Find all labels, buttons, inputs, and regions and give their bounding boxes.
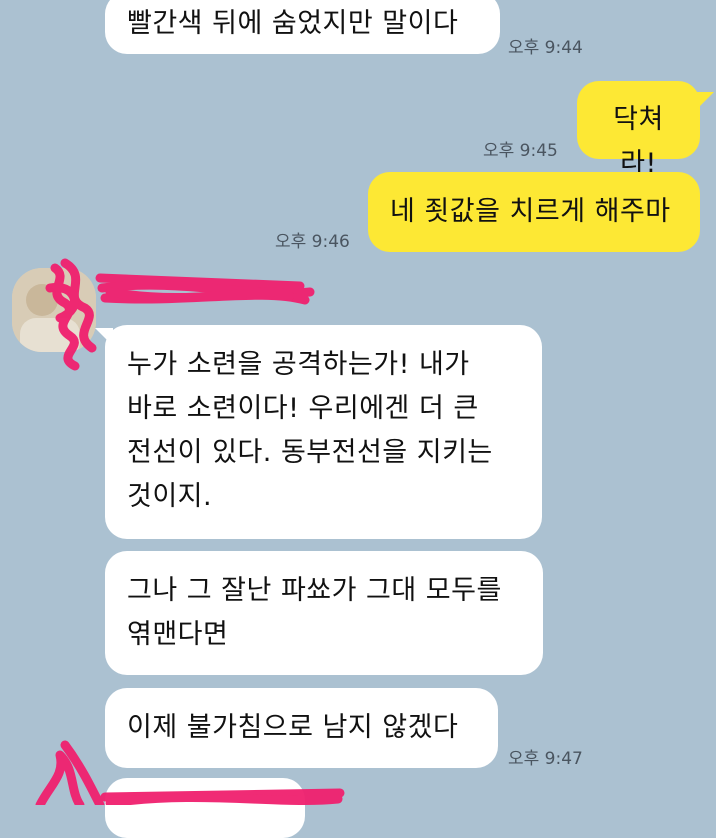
message-bubble-incoming[interactable]: 빨간색 뒤에 숨었지만 말이다 bbox=[105, 0, 500, 54]
message-timestamp: 오후 9:45 bbox=[483, 141, 558, 161]
message-bubble-incoming[interactable]: 이제 불가침으로 남지 않겠다 bbox=[105, 688, 498, 768]
message-timestamp: 오후 9:47 bbox=[508, 749, 583, 769]
message-bubble-incoming[interactable]: 그나 그 잘난 파쑈가 그대 모두를 엮맨다면 bbox=[105, 551, 543, 675]
message-timestamp: 오후 9:46 bbox=[275, 232, 350, 252]
avatar-icon bbox=[12, 268, 96, 352]
sender-avatar[interactable] bbox=[12, 268, 96, 352]
message-bubble-incoming[interactable]: 누가 소련을 공격하는가! 내가 바로 소련이다! 우리에겐 더 큰 전선이 있… bbox=[105, 325, 542, 539]
message-bubble-incoming[interactable] bbox=[105, 778, 305, 838]
message-bubble-outgoing[interactable]: 닥쳐라! bbox=[577, 81, 700, 179]
message-bubble-outgoing[interactable]: 네 죗값을 치르게 해주마 bbox=[368, 172, 700, 252]
message-timestamp: 오후 9:44 bbox=[508, 38, 583, 58]
bubble-tail bbox=[696, 92, 714, 110]
